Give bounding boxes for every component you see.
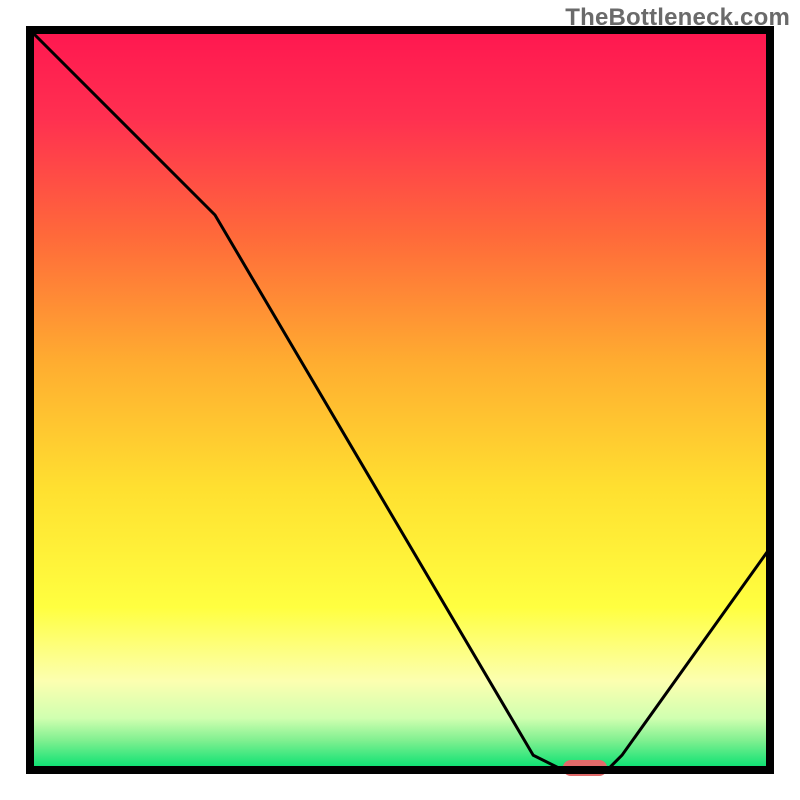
bottleneck-chart <box>0 0 800 800</box>
chart-container: TheBottleneck.com <box>0 0 800 800</box>
watermark-label: TheBottleneck.com <box>565 4 790 32</box>
